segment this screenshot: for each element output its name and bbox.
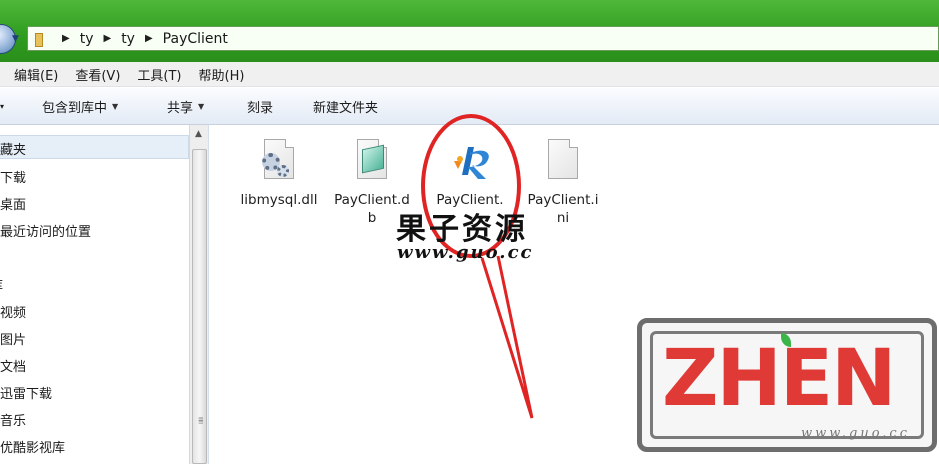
watermark-stamp: ZHEN www.guo.cc	[637, 318, 937, 452]
new-folder-label: 新建文件夹	[313, 100, 379, 116]
menu-tools[interactable]: 工具(T)	[137, 65, 181, 84]
db-file-icon	[350, 137, 394, 187]
dll-gear-icon	[257, 137, 301, 187]
sidebar-scrollbar[interactable]: ▲ ≡ ≡	[189, 125, 208, 464]
breadcrumb-item[interactable]: PayClient	[163, 31, 228, 47]
ini-file-icon	[541, 137, 585, 187]
breadcrumb: ▶ ty ▶ ty ▶ PayClient	[56, 31, 228, 47]
file-name: PayClient.ini	[527, 192, 599, 226]
sidebar-item-music[interactable]: 音乐	[0, 410, 26, 429]
breadcrumb-item[interactable]: ty	[121, 31, 135, 47]
sidebar-item-libraries[interactable]: 库	[0, 275, 3, 294]
chevron-right-icon[interactable]: ▶	[103, 33, 111, 44]
include-in-library-label: 包含到库中	[42, 100, 108, 116]
menu-bar: 编辑(E) 查看(V) 工具(T) 帮助(H)	[0, 62, 939, 87]
breadcrumb-item[interactable]: ty	[80, 31, 94, 47]
menu-view[interactable]: 查看(V)	[75, 65, 120, 84]
sidebar-item-favorites[interactable]: 收藏夹	[0, 139, 26, 158]
navigation-pane: 收藏夹 下载 桌面 最近访问的位置 库 视频 图片 文档 迅雷下载 音乐 优酷影…	[0, 125, 209, 464]
chevron-down-icon: ▼	[112, 101, 119, 111]
burn-label: 刻录	[247, 100, 274, 116]
sidebar-item-youku[interactable]: 优酷影视库	[0, 437, 65, 456]
grip-icon: ≡ ≡	[198, 415, 204, 426]
folder-icon	[34, 32, 48, 47]
include-in-library-button[interactable]: 包含到库中 ▼	[42, 97, 118, 116]
address-bar[interactable]: ▶ ty ▶ ty ▶ PayClient	[27, 26, 939, 51]
page-shape	[548, 139, 578, 179]
new-folder-button[interactable]: 新建文件夹	[313, 97, 378, 116]
scrollbar-thumb[interactable]: ≡ ≡	[192, 149, 207, 464]
sidebar-item-desktop[interactable]: 桌面	[0, 194, 26, 213]
chevron-right-icon[interactable]: ▶	[145, 33, 153, 44]
book-icon	[362, 144, 384, 174]
file-item[interactable]: libmysql.dll	[234, 137, 324, 209]
watermark-url: www.guo.cc	[397, 242, 534, 263]
sidebar-item-downloads[interactable]: 下载	[0, 167, 26, 186]
chevron-right-icon[interactable]: ▶	[62, 33, 70, 44]
menu-edit[interactable]: 编辑(E)	[14, 65, 58, 84]
stamp-url: www.guo.cc	[801, 426, 910, 441]
stamp-text: ZHEN	[662, 334, 896, 424]
sidebar-item-videos[interactable]: 视频	[0, 302, 26, 321]
file-name: libmysql.dll	[240, 192, 318, 208]
chevron-down-icon: ▼	[198, 101, 205, 111]
sidebar-item-pictures[interactable]: 图片	[0, 329, 26, 348]
file-item[interactable]: PayClient.ini	[518, 137, 608, 227]
sidebar-item-documents[interactable]: 文档	[0, 356, 26, 375]
scroll-up-icon[interactable]: ▲	[195, 129, 202, 139]
share-label: 共享	[167, 100, 194, 116]
sidebar-item-xunlei[interactable]: 迅雷下载	[0, 383, 52, 402]
title-bar: ► ▼ ▶ ty ▶ ty ▶ PayClient	[0, 0, 939, 62]
menu-help[interactable]: 帮助(H)	[199, 65, 245, 84]
caret-icon[interactable]: ▾	[0, 102, 4, 111]
favorites-header[interactable]	[0, 135, 189, 159]
burn-button[interactable]: 刻录	[247, 97, 273, 116]
gear-icon	[277, 165, 289, 177]
share-button[interactable]: 共享 ▼	[167, 97, 204, 116]
sidebar-item-recent[interactable]: 最近访问的位置	[0, 221, 91, 240]
chevron-down-icon[interactable]: ▼	[12, 34, 19, 44]
